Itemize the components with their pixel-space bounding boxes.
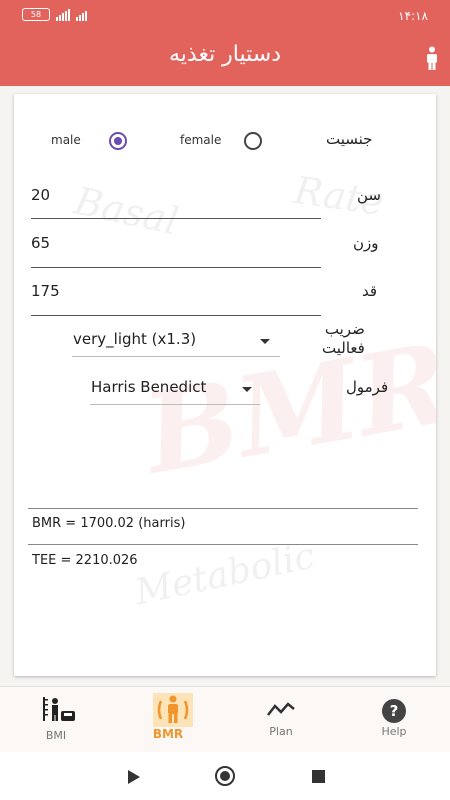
activity-select[interactable]: very_light (x1.3) <box>73 330 196 348</box>
bmi-scale-icon <box>43 697 75 721</box>
male-radio[interactable] <box>109 132 127 150</box>
gender-label: جنسیت <box>326 130 373 148</box>
signal-icon-2 <box>76 9 87 21</box>
age-input-underline <box>31 218 321 219</box>
activity-label-line1: ضریب <box>324 320 365 338</box>
bmr-result: BMR = 1700.02 (harris) <box>32 516 186 531</box>
battery-icon: 58 <box>22 8 50 21</box>
watermark-metabolic: Metabolic <box>131 535 319 614</box>
tee-result: TEE = 2210.026 <box>32 553 138 568</box>
nav-bmi[interactable]: BMI <box>11 687 101 753</box>
chevron-down-icon-formula[interactable] <box>242 387 252 392</box>
activity-select-underline <box>72 356 280 357</box>
activity-label: ضریب فعالیت <box>322 320 365 358</box>
bottom-nav: BMI BMR Plan ? Help <box>0 686 450 753</box>
result-divider-mid <box>28 544 418 545</box>
height-input[interactable]: 175 <box>31 282 60 300</box>
male-label[interactable]: male <box>51 133 81 147</box>
nav-plan[interactable]: Plan <box>236 687 326 753</box>
weight-input-underline <box>31 267 321 268</box>
female-radio[interactable] <box>244 132 262 150</box>
trend-line-icon <box>267 702 295 716</box>
weight-input[interactable]: 65 <box>31 234 50 252</box>
nav-help-label: Help <box>381 725 407 738</box>
weight-label: وزن <box>353 234 379 252</box>
age-label: سن <box>357 186 381 204</box>
female-label[interactable]: female <box>180 133 221 147</box>
person-icon[interactable] <box>424 46 440 70</box>
height-input-underline <box>31 315 321 316</box>
watermark-basal: Basal <box>70 178 183 244</box>
app-bar: دستیار تغذیه <box>0 34 450 86</box>
result-divider-top <box>28 508 418 509</box>
height-label: قد <box>362 282 378 300</box>
nav-bmi-label: BMI <box>45 729 67 742</box>
bmr-person-icon <box>153 693 193 727</box>
system-nav-bar <box>0 752 450 800</box>
status-time: ۱۴:۱۸ <box>398 9 428 23</box>
page-title: دستیار تغذیه <box>168 42 282 67</box>
activity-label-line2: فعالیت <box>322 339 365 357</box>
svg-text:?: ? <box>390 702 399 720</box>
recent-apps-icon[interactable] <box>312 770 325 783</box>
nav-bmr-label: BMR <box>152 727 184 741</box>
age-input[interactable]: 20 <box>31 186 50 204</box>
back-icon[interactable] <box>128 770 140 784</box>
formula-select-underline <box>90 404 260 405</box>
chevron-down-icon[interactable] <box>260 339 270 344</box>
formula-label: فرمول <box>346 378 389 396</box>
nav-plan-label: Plan <box>269 725 293 738</box>
nav-help[interactable]: ? Help <box>349 687 439 753</box>
nav-bmr[interactable]: BMR <box>123 687 213 753</box>
home-icon[interactable] <box>215 766 235 786</box>
formula-select[interactable]: Harris Benedict <box>91 378 206 396</box>
status-icons: 58 <box>22 8 87 21</box>
signal-icon <box>56 8 70 21</box>
help-circle-icon: ? <box>382 699 406 723</box>
status-bar: 58 ۱۴:۱۸ <box>0 0 450 34</box>
bmr-form-card: Basal Rate BMR Metabolic جنسیت female ma… <box>14 94 436 676</box>
